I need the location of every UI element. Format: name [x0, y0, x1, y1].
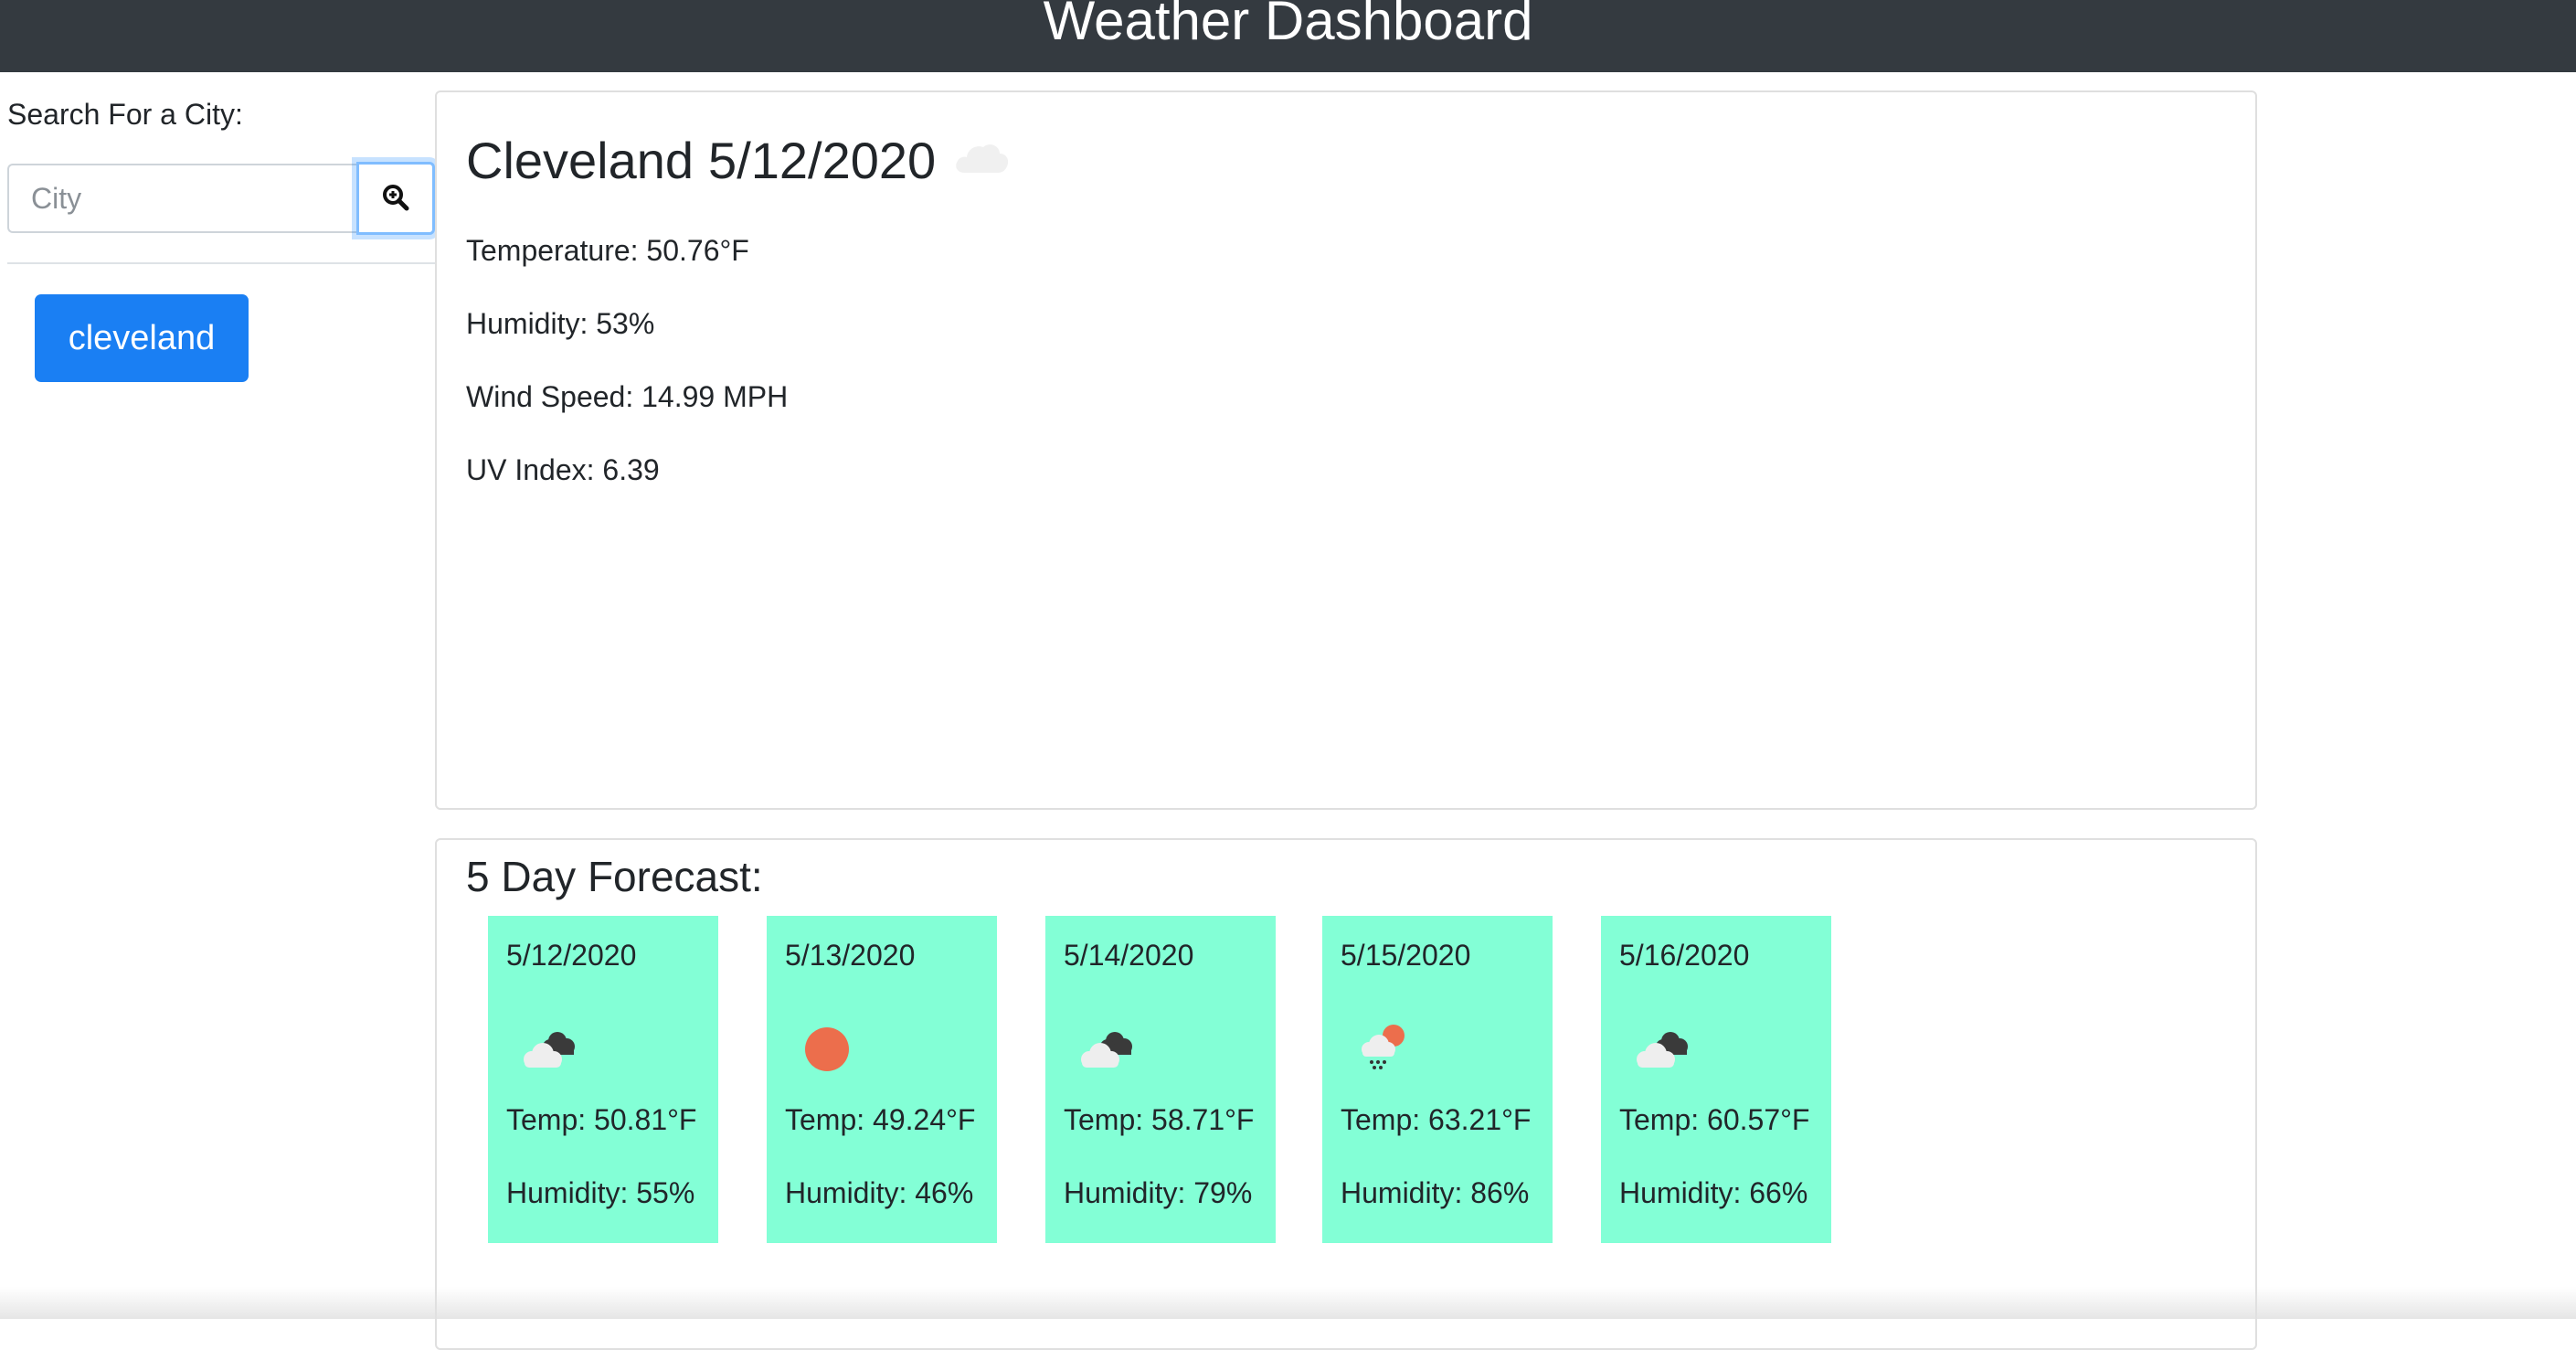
search-button[interactable] [356, 162, 435, 235]
forecast-date: 5/14/2020 [1064, 939, 1194, 972]
forecast-day-card: 5/15/2020 Temp: 63.21°F Humidity: 86% [1322, 916, 1553, 1243]
forecast-date: 5/13/2020 [785, 939, 916, 972]
broken-clouds-icon [514, 1019, 587, 1074]
forecast-card: 5 Day Forecast: 5/12/2020 Temp: 50.81°F … [435, 838, 2257, 1350]
forecast-humidity: Humidity: 46% [785, 1176, 974, 1209]
page-title: Weather Dashboard [1043, 0, 1533, 51]
forecast-humidity: Humidity: 79% [1064, 1176, 1253, 1209]
navbar: Weather Dashboard [0, 0, 2576, 72]
forecast-humidity: Humidity: 86% [1341, 1176, 1530, 1209]
forecast-date: 5/16/2020 [1619, 939, 1750, 972]
humidity-text: Humidity: 53% [466, 307, 655, 340]
history-city-button[interactable]: cleveland [35, 294, 249, 382]
forecast-date: 5/12/2020 [506, 939, 637, 972]
rain-sun-icon [1348, 1019, 1421, 1074]
forecast-date: 5/15/2020 [1341, 939, 1471, 972]
forecast-temp: Temp: 63.21°F [1341, 1103, 1532, 1136]
broken-clouds-icon [1627, 1019, 1700, 1074]
city-search-input[interactable] [7, 164, 356, 233]
current-date: 5/12/2020 [708, 132, 937, 189]
forecast-day-card: 5/16/2020 Temp: 60.57°F Humidity: 66% [1601, 916, 1831, 1243]
zoom-in-icon [381, 183, 410, 215]
cloud-icon [952, 129, 1011, 193]
forecast-title: 5 Day Forecast: [466, 853, 763, 900]
temperature-text: Temperature: 50.76°F [466, 234, 749, 267]
forecast-day-card: 5/14/2020 Temp: 58.71°F Humidity: 79% [1045, 916, 1276, 1243]
uv-index-text: UV Index: 6.39 [466, 453, 660, 486]
window-bottom-shadow [0, 1287, 2576, 1319]
forecast-temp: Temp: 60.57°F [1619, 1103, 1810, 1136]
current-weather-card: Cleveland 5/12/2020 Temperature: 50.76°F… [435, 90, 2257, 810]
forecast-temp: Temp: 58.71°F [1064, 1103, 1255, 1136]
forecast-temp: Temp: 50.81°F [506, 1103, 697, 1136]
search-label: Search For a City: [7, 98, 243, 131]
sidebar: Search For a City: cleveland [0, 72, 435, 1319]
forecast-humidity: Humidity: 66% [1619, 1176, 1808, 1209]
sun-icon [792, 1019, 865, 1074]
sidebar-divider [7, 262, 435, 264]
forecast-temp: Temp: 49.24°F [785, 1103, 976, 1136]
current-city-heading: Cleveland 5/12/2020 [466, 129, 1011, 193]
wind-speed-text: Wind Speed: 14.99 MPH [466, 380, 789, 413]
forecast-day-card: 5/12/2020 Temp: 50.81°F Humidity: 55% [488, 916, 718, 1243]
forecast-day-card: 5/13/2020 Temp: 49.24°F Humidity: 46% [767, 916, 997, 1243]
current-city-name: Cleveland [466, 132, 694, 189]
broken-clouds-icon [1071, 1019, 1144, 1074]
forecast-humidity: Humidity: 55% [506, 1176, 695, 1209]
